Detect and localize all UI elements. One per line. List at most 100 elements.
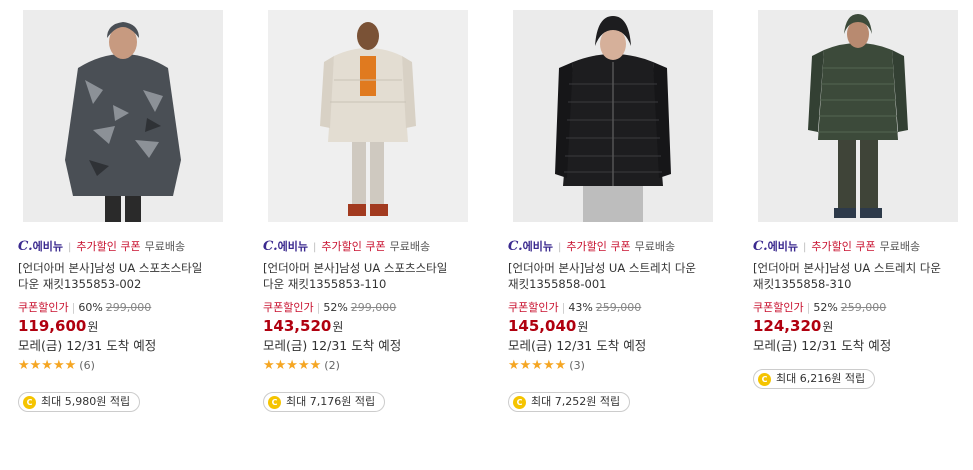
product-title-line2[interactable]: 재킷1355858-001 — [508, 276, 726, 292]
product-title-line1[interactable]: [언더아머 본사]남성 UA 스트레치 다운 — [753, 260, 971, 276]
product-title-line2[interactable]: 다운 재킷1355853-002 — [18, 276, 236, 292]
divider: | — [313, 242, 317, 253]
review-count: (2) — [324, 359, 340, 372]
currency-unit: 원 — [822, 320, 834, 334]
green-down-jacket-photo — [758, 10, 958, 222]
sale-price: 119,600원 — [18, 316, 98, 337]
original-price: 299,000 — [350, 301, 397, 314]
brand-name[interactable]: 에비뉴 — [523, 240, 553, 253]
product-image[interactable] — [23, 10, 223, 222]
coupon-price-label: 쿠폰할인가 — [753, 301, 804, 314]
points-badge: C 최대 5,980원 적립 — [18, 392, 141, 412]
points-text: 최대 7,176원 적립 — [286, 395, 376, 408]
sale-price-value: 119,600 — [18, 317, 87, 335]
product-card[interactable]: C.에비뉴 | 추가할인 쿠폰 무료배송 [언더아머 본사]남성 UA 스트레치 다운… — [753, 0, 973, 470]
divider: | — [68, 242, 72, 253]
divider: | — [803, 242, 807, 253]
brand-mark[interactable]: C. — [18, 239, 33, 254]
coin-icon: C — [268, 395, 281, 409]
seller-row: C.에비뉴 | 추가할인 쿠폰 무료배송 — [263, 238, 485, 256]
brand-name[interactable]: 에비뉴 — [33, 240, 63, 253]
star-rating-icon: ★★★★★ — [263, 358, 322, 373]
free-shipping-badge: 무료배송 — [879, 240, 921, 253]
brand-name[interactable]: 에비뉴 — [768, 240, 798, 253]
sale-price: 124,320원 — [753, 316, 833, 337]
delivery-estimate: 모레(금) 12/31 도착 예정 — [18, 338, 157, 353]
divider: | — [561, 301, 566, 314]
seller-row: C.에비뉴 | 추가할인 쿠폰 무료배송 — [753, 238, 973, 256]
brand-name[interactable]: 에비뉴 — [278, 240, 308, 253]
points-badge: C 최대 7,252원 적립 — [508, 392, 631, 412]
brand-mark[interactable]: C. — [508, 239, 523, 254]
product-title-line1[interactable]: [언더아머 본사]남성 UA 스포츠스타일 — [263, 260, 481, 276]
coupon-price-label: 쿠폰할인가 — [508, 301, 559, 314]
sale-price-value: 124,320 — [753, 317, 822, 335]
discount-row: 쿠폰할인가 | 52% 259,000 — [753, 300, 886, 316]
product-title-line1[interactable]: [언더아머 본사]남성 UA 스트레치 다운 — [508, 260, 726, 276]
product-card[interactable]: C.에비뉴 | 추가할인 쿠폰 무료배송 [언더아머 본사]남성 UA 스포츠스타일 … — [263, 0, 485, 470]
original-price: 299,000 — [105, 301, 152, 314]
free-shipping-badge: 무료배송 — [634, 240, 676, 253]
currency-unit: 원 — [87, 320, 99, 334]
points-text: 최대 7,252원 적립 — [531, 395, 621, 408]
product-card[interactable]: C.에비뉴 | 추가할인 쿠폰 무료배송 [언더아머 본사]남성 UA 스포츠스타일 … — [18, 0, 240, 470]
rating[interactable]: ★★★★★ (3) — [508, 358, 585, 374]
product-title-line1[interactable]: [언더아머 본사]남성 UA 스포츠스타일 — [18, 260, 236, 276]
coupon-price-label: 쿠폰할인가 — [18, 301, 69, 314]
discount-rate: 52% — [323, 301, 348, 314]
review-count: (6) — [79, 359, 95, 372]
discount-rate: 43% — [568, 301, 593, 314]
points-badge: C 최대 7,176원 적립 — [263, 392, 386, 412]
coin-icon: C — [23, 395, 36, 409]
seller-row: C.에비뉴 | 추가할인 쿠폰 무료배송 — [18, 238, 240, 256]
sale-price-value: 143,520 — [263, 317, 332, 335]
rating[interactable]: ★★★★★ (6) — [18, 358, 95, 374]
currency-unit: 원 — [332, 320, 344, 334]
points-text: 최대 5,980원 적립 — [41, 395, 131, 408]
discount-rate: 52% — [813, 301, 838, 314]
product-title[interactable]: [언더아머 본사]남성 UA 스트레치 다운 재킷1355858-001 — [508, 260, 726, 292]
product-card[interactable]: C.에비뉴 | 추가할인 쿠폰 무료배송 [언더아머 본사]남성 UA 스트레치 다운… — [508, 0, 730, 470]
product-title-line2[interactable]: 다운 재킷1355853-110 — [263, 276, 481, 292]
divider: | — [316, 301, 321, 314]
sale-price: 145,040원 — [508, 316, 588, 337]
coin-icon: C — [758, 372, 771, 386]
points-text: 최대 6,216원 적립 — [776, 372, 866, 385]
star-rating-icon: ★★★★★ — [18, 358, 77, 373]
discount-rate: 60% — [78, 301, 103, 314]
camo-down-jacket-photo — [23, 10, 223, 222]
sale-price: 143,520원 — [263, 316, 343, 337]
divider: | — [558, 242, 562, 253]
divider: | — [71, 301, 76, 314]
coupon-badge: 추가할인 쿠폰 — [321, 240, 386, 253]
delivery-estimate: 모레(금) 12/31 도착 예정 — [753, 338, 892, 353]
product-title[interactable]: [언더아머 본사]남성 UA 스포츠스타일 다운 재킷1355853-002 — [18, 260, 236, 292]
coupon-badge: 추가할인 쿠폰 — [566, 240, 631, 253]
white-down-jacket-photo — [268, 10, 468, 222]
original-price: 259,000 — [595, 301, 642, 314]
brand-mark[interactable]: C. — [263, 239, 278, 254]
original-price: 259,000 — [840, 301, 887, 314]
seller-row: C.에비뉴 | 추가할인 쿠폰 무료배송 — [508, 238, 730, 256]
product-image[interactable] — [268, 10, 468, 222]
discount-row: 쿠폰할인가 | 52% 299,000 — [263, 300, 396, 316]
discount-row: 쿠폰할인가 | 60% 299,000 — [18, 300, 151, 316]
free-shipping-badge: 무료배송 — [144, 240, 186, 253]
coin-icon: C — [513, 395, 526, 409]
product-image[interactable] — [513, 10, 713, 222]
brand-mark[interactable]: C. — [753, 239, 768, 254]
product-title-line2[interactable]: 재킷1355858-310 — [753, 276, 971, 292]
product-title[interactable]: [언더아머 본사]남성 UA 스포츠스타일 다운 재킷1355853-110 — [263, 260, 481, 292]
coupon-badge: 추가할인 쿠폰 — [76, 240, 141, 253]
star-rating-icon: ★★★★★ — [508, 358, 567, 373]
free-shipping-badge: 무료배송 — [389, 240, 431, 253]
black-down-jacket-photo — [513, 10, 713, 222]
coupon-badge: 추가할인 쿠폰 — [811, 240, 876, 253]
sale-price-value: 145,040 — [508, 317, 577, 335]
product-title[interactable]: [언더아머 본사]남성 UA 스트레치 다운 재킷1355858-310 — [753, 260, 971, 292]
product-image[interactable] — [758, 10, 958, 222]
points-badge: C 최대 6,216원 적립 — [753, 369, 876, 389]
rating[interactable]: ★★★★★ (2) — [263, 358, 340, 374]
coupon-price-label: 쿠폰할인가 — [263, 301, 314, 314]
discount-row: 쿠폰할인가 | 43% 259,000 — [508, 300, 641, 316]
